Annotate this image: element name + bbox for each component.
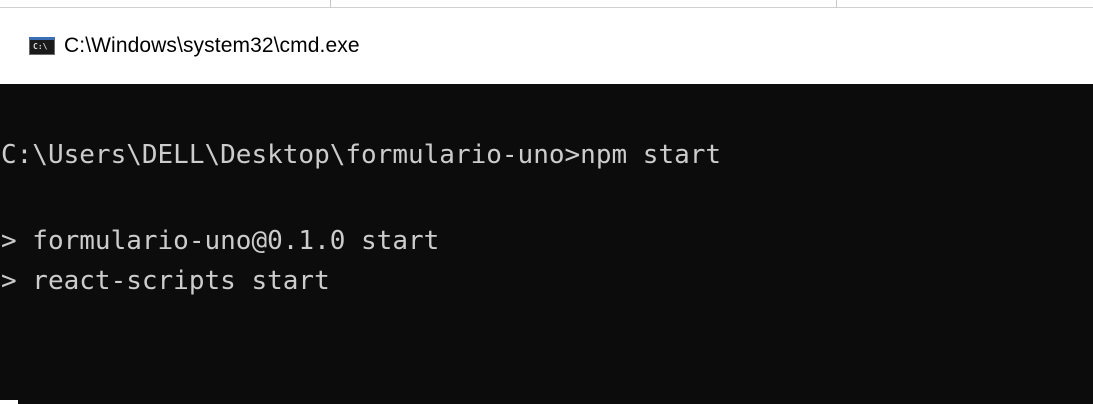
cmd-window: C:\ C:\Windows\system32\cmd.exe C:\Users… xyxy=(0,0,1093,404)
console-line-command: C:\Users\DELL\Desktop\formulario-uno>npm… xyxy=(1,140,722,170)
window-top-edge xyxy=(0,0,1093,8)
console-output[interactable]: C:\Users\DELL\Desktop\formulario-uno>npm… xyxy=(0,84,1093,404)
edge-divider xyxy=(330,0,331,8)
text-cursor xyxy=(0,400,18,404)
console-icon[interactable]: C:\ xyxy=(29,37,55,55)
edge-divider xyxy=(836,0,837,8)
console-icon-glyph: C:\ xyxy=(33,42,48,51)
title-bar[interactable]: C:\ C:\Windows\system32\cmd.exe xyxy=(0,8,1093,84)
window-title: C:\Windows\system32\cmd.exe xyxy=(64,34,360,57)
console-line-script: > formulario-uno@0.1.0 start xyxy=(1,226,440,256)
console-line-react-scripts: > react-scripts start xyxy=(1,266,330,296)
